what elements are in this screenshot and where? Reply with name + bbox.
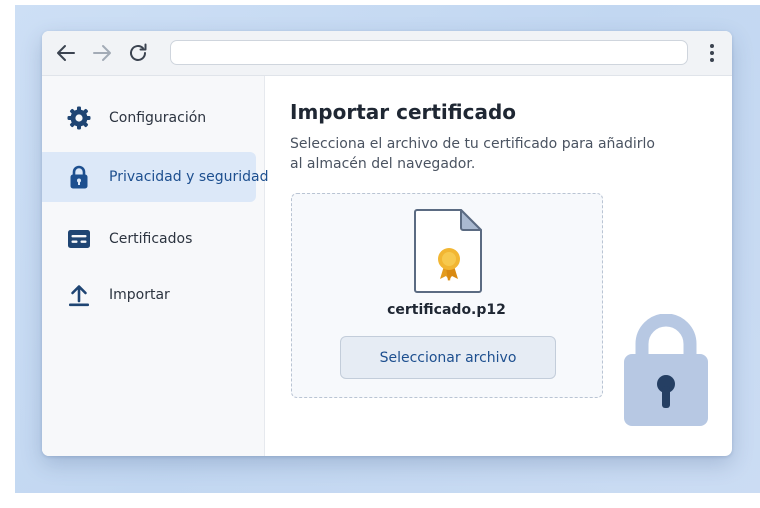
file-dropzone[interactable]: certificado.p12 Seleccionar archivo [291, 193, 603, 398]
more-vertical-icon[interactable] [702, 41, 722, 65]
back-arrow-icon[interactable] [54, 41, 78, 65]
select-file-button[interactable]: Seleccionar archivo [340, 336, 556, 379]
sidebar-item-label: Configuración [109, 110, 207, 126]
sidebar-item-configuracion[interactable]: Configuración [42, 93, 256, 143]
certificate-card-icon [66, 226, 92, 252]
page-description: Selecciona el archivo de tu certificado … [290, 136, 655, 172]
reload-icon[interactable] [126, 41, 150, 65]
address-input[interactable] [171, 41, 687, 64]
gear-icon [66, 105, 92, 131]
settings-sidebar: Configuración Privacidad y seguridad Cer… [42, 76, 269, 456]
sidebar-item-certificados[interactable]: Certificados [42, 214, 256, 264]
sidebar-item-label: Importar [109, 287, 170, 303]
sidebar-item-importar[interactable]: Importar [42, 270, 256, 320]
padlock-icon [622, 314, 710, 428]
sidebar-item-label: Certificados [109, 231, 193, 247]
page-title: Importar certificado [290, 100, 517, 124]
file-name: certificado.p12 [387, 302, 506, 318]
sidebar-item-label: Privacidad y seguridad [109, 169, 269, 185]
sidebar-item-privacidad[interactable]: Privacidad y seguridad [42, 152, 269, 202]
forward-arrow-icon[interactable] [90, 41, 114, 65]
certificate-file-icon [413, 208, 485, 294]
lock-icon [66, 164, 92, 190]
upload-icon [66, 282, 92, 308]
browser-toolbar [42, 31, 732, 76]
address-bar[interactable] [170, 40, 688, 65]
